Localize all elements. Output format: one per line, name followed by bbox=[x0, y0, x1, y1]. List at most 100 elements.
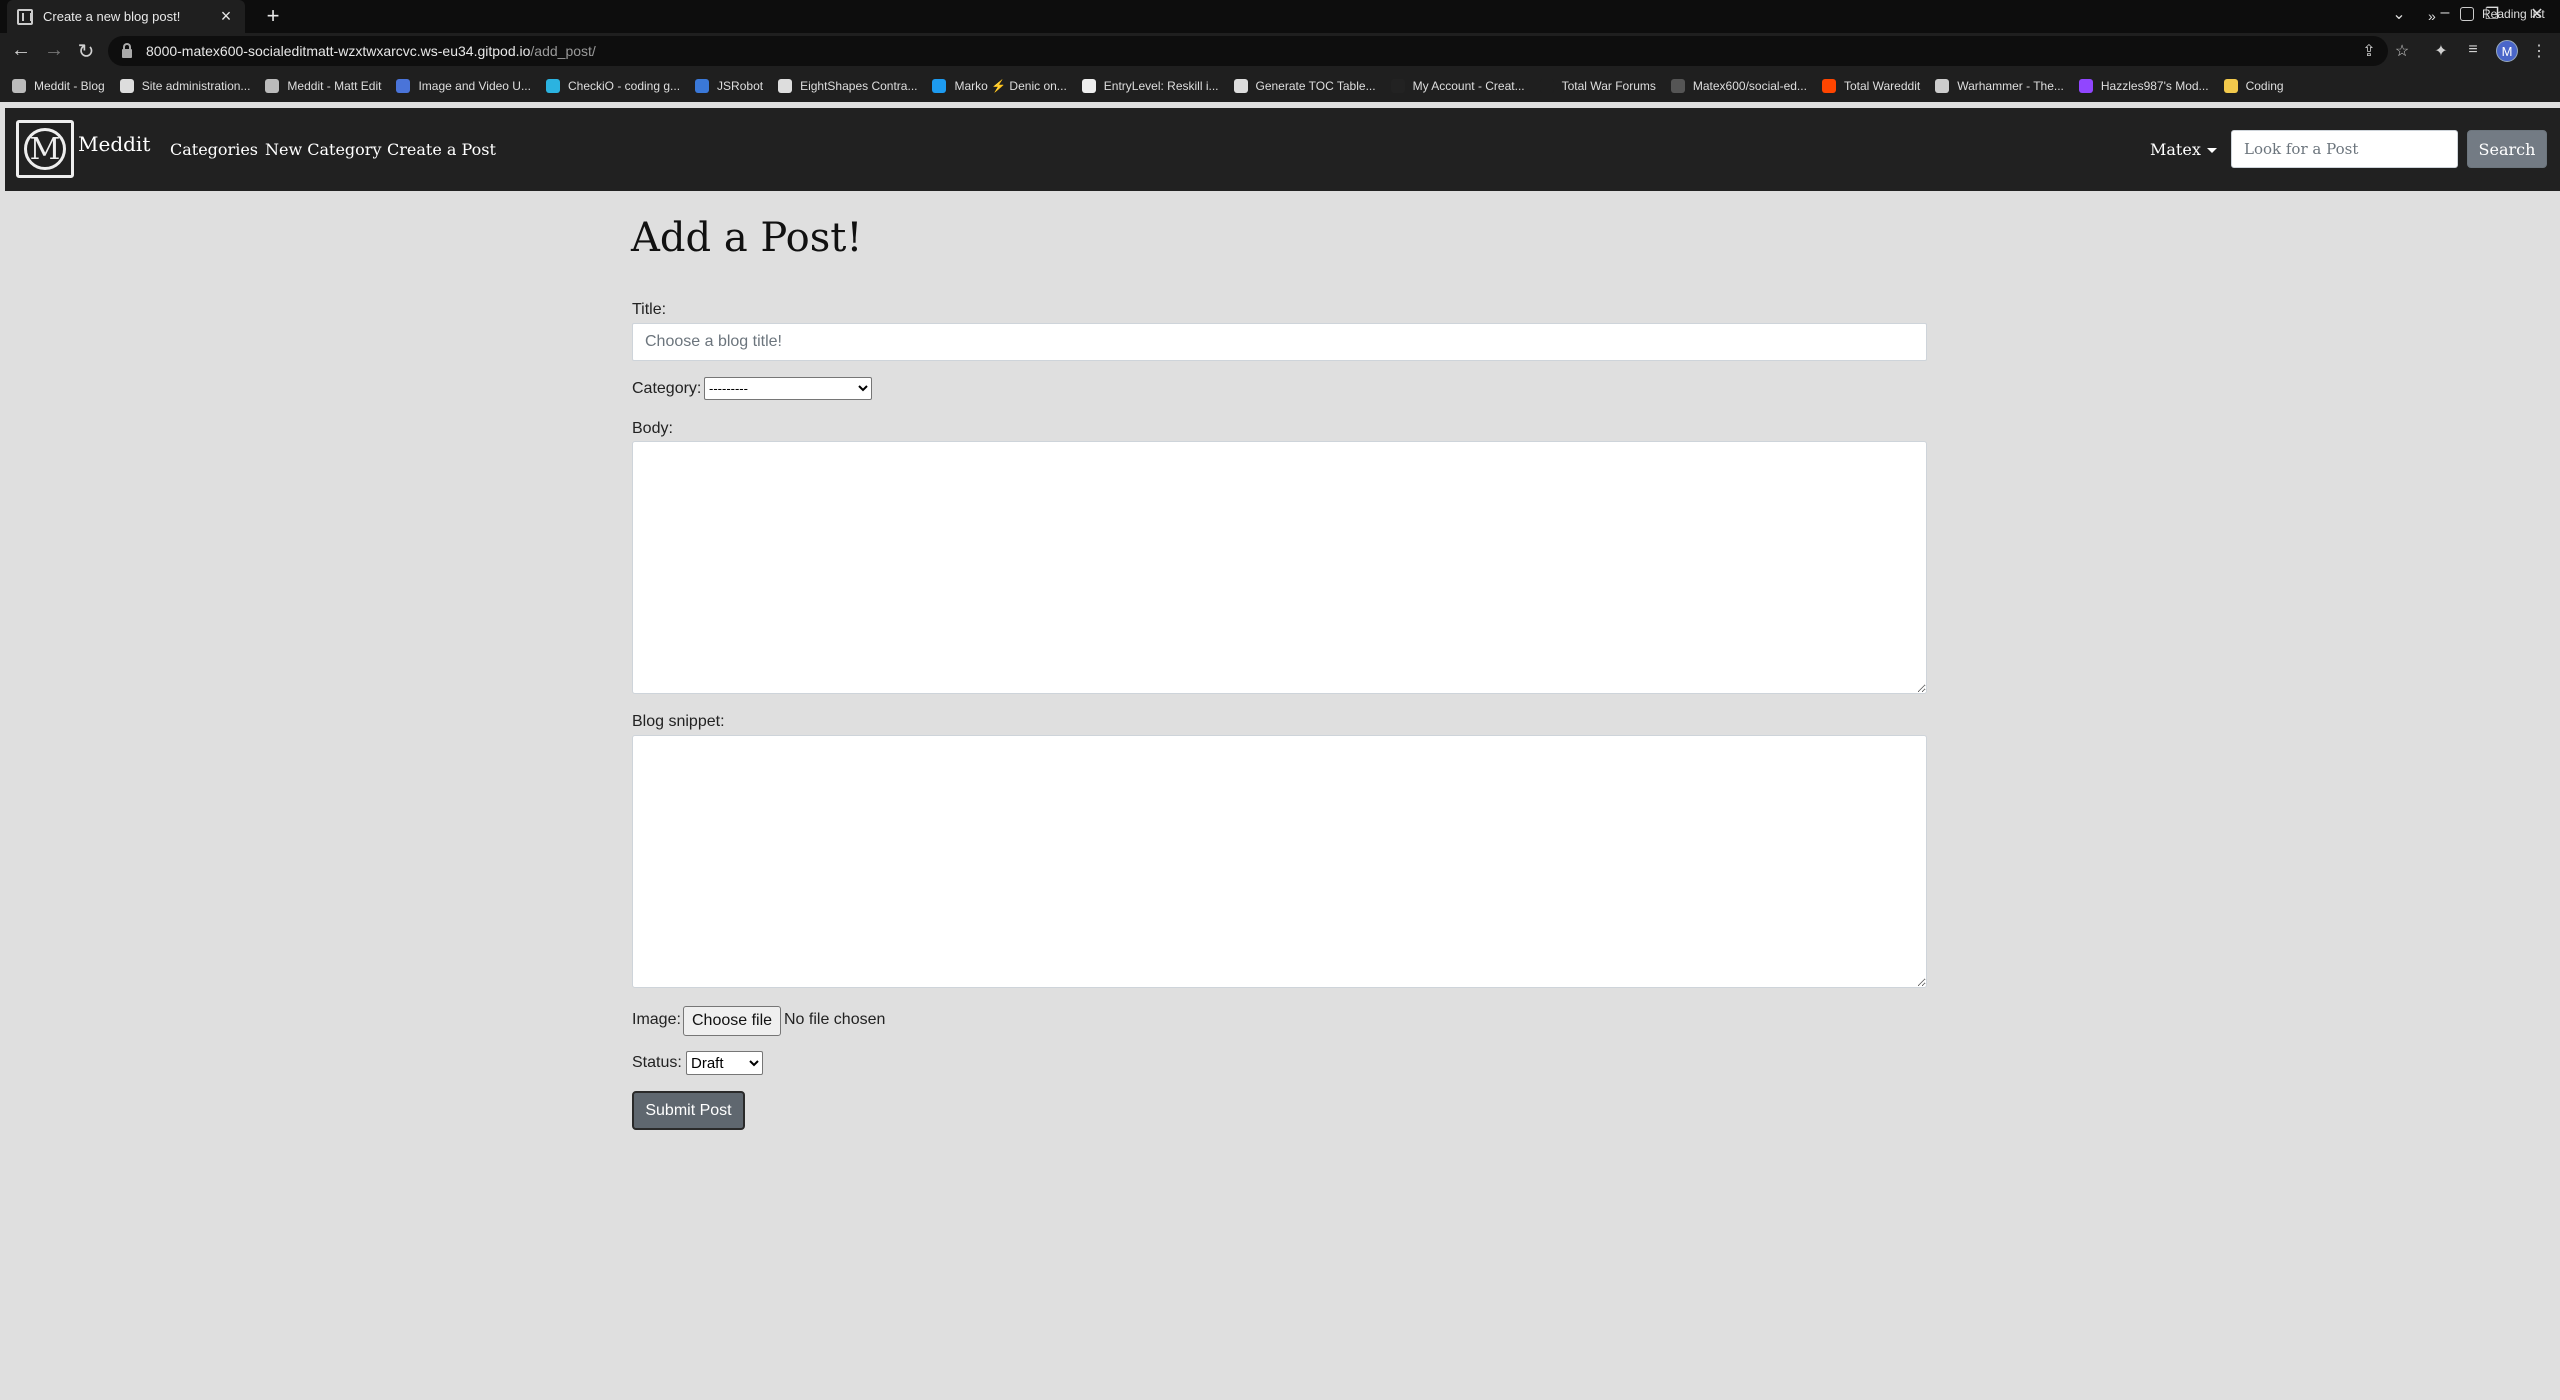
bookmark-favicon-icon bbox=[932, 78, 947, 93]
bookmark-label: EightShapes Contra... bbox=[800, 78, 918, 93]
choose-file-button[interactable]: Choose file bbox=[683, 1006, 782, 1036]
bookmark-favicon-icon bbox=[1935, 78, 1950, 93]
site-navbar: M Meddit Categories New Category Create … bbox=[5, 108, 2560, 191]
bookmark-item[interactable]: JSRobot bbox=[695, 78, 764, 93]
submit-post-button[interactable]: Submit Post bbox=[632, 1091, 745, 1130]
bookmark-item[interactable]: Site administration... bbox=[119, 78, 251, 93]
new-tab-icon[interactable]: + bbox=[260, 3, 286, 29]
bookmark-favicon-icon bbox=[1233, 78, 1248, 93]
bookmark-label: Image and Video U... bbox=[418, 78, 531, 93]
url-host: 8000-matex600-socialeditmatt-wzxtwxarcvc… bbox=[146, 43, 531, 59]
bookmark-label: Matex600/social-ed... bbox=[1692, 78, 1807, 93]
caret-down-icon bbox=[2206, 148, 2217, 153]
bookmark-favicon-icon bbox=[396, 78, 411, 93]
reading-list-icon bbox=[2460, 7, 2474, 21]
reading-list[interactable]: Reading list bbox=[2460, 7, 2545, 21]
browser-menu-icon[interactable]: ⋮ bbox=[2528, 41, 2550, 61]
bookmark-favicon-icon bbox=[2223, 78, 2238, 93]
bookmark-favicon-icon bbox=[778, 78, 793, 93]
url-path: /add_post/ bbox=[530, 43, 596, 59]
bookmark-favicon-icon bbox=[695, 78, 710, 93]
bookmark-favicon-icon bbox=[12, 78, 26, 93]
lock-icon[interactable] bbox=[122, 42, 132, 58]
profile-avatar[interactable]: M bbox=[2496, 40, 2518, 62]
bookmark-favicon-icon bbox=[1539, 78, 1554, 93]
more-bookmarks-icon[interactable]: » bbox=[2428, 8, 2436, 24]
bookmark-favicon-icon bbox=[1390, 78, 1405, 93]
bookmark-item[interactable]: Meddit - Blog bbox=[12, 78, 105, 93]
bookmark-item[interactable]: Meddit - Matt Edit bbox=[265, 78, 382, 93]
bookmark-label: Meddit - Blog bbox=[34, 78, 105, 93]
browser-toolbar: ← → ↻ 8000-matex600-socialeditmatt-wzxtw… bbox=[0, 33, 2560, 69]
address-bar[interactable]: 8000-matex600-socialeditmatt-wzxtwxarcvc… bbox=[108, 36, 2388, 66]
title-input[interactable] bbox=[632, 323, 1927, 361]
nav-link-create-post[interactable]: Create a Post bbox=[387, 140, 496, 159]
bookmark-favicon-icon bbox=[265, 78, 280, 93]
bookmark-label: Marko ⚡ Denic on... bbox=[954, 78, 1067, 93]
reload-icon[interactable]: ↻ bbox=[74, 39, 98, 64]
snippet-textarea[interactable] bbox=[632, 735, 1927, 988]
bookmark-item[interactable]: Hazzles987's Mod... bbox=[2078, 78, 2209, 93]
file-status: No file chosen bbox=[784, 1011, 886, 1028]
snippet-label: Blog snippet: bbox=[632, 713, 725, 730]
user-name: Matex bbox=[2150, 140, 2201, 159]
nav-link-new-category[interactable]: New Category bbox=[265, 140, 382, 159]
bookmark-label: My Account - Creat... bbox=[1412, 78, 1525, 93]
tab-title: Create a new blog post! bbox=[43, 9, 181, 24]
bookmark-favicon-icon bbox=[2078, 78, 2093, 93]
body-textarea[interactable] bbox=[632, 441, 1927, 694]
back-icon[interactable]: ← bbox=[9, 39, 33, 62]
bookmark-item[interactable]: CheckiO - coding g... bbox=[545, 78, 681, 93]
brand-name[interactable]: Meddit bbox=[78, 132, 150, 156]
bookmark-item[interactable]: Generate TOC Table... bbox=[1233, 78, 1376, 93]
bookmark-item[interactable]: Image and Video U... bbox=[396, 78, 531, 93]
bookmark-item[interactable]: Total War Forums bbox=[1539, 78, 1656, 93]
share-icon[interactable]: ⇪ bbox=[2358, 41, 2380, 61]
bookmark-label: JSRobot bbox=[717, 78, 764, 93]
extensions-icon[interactable]: ✦ bbox=[2430, 41, 2452, 61]
bookmark-favicon-icon bbox=[545, 78, 560, 93]
bookmark-item[interactable]: Total Wareddit bbox=[1821, 78, 1921, 93]
bookmark-label: Total Wareddit bbox=[1843, 78, 1921, 93]
bookmark-favicon-icon bbox=[119, 78, 134, 93]
bookmark-label: Warhammer - The... bbox=[1957, 78, 2064, 93]
bookmark-label: Hazzles987's Mod... bbox=[2100, 78, 2209, 93]
bookmark-item[interactable]: Marko ⚡ Denic on... bbox=[932, 78, 1067, 93]
bookmark-label: Total War Forums bbox=[1561, 78, 1656, 93]
body-label: Body: bbox=[632, 420, 673, 437]
bookmark-item[interactable]: EntryLevel: Reskill i... bbox=[1081, 78, 1219, 93]
bookmark-item[interactable]: Coding bbox=[2223, 78, 2284, 93]
bookmark-item[interactable]: My Account - Creat... bbox=[1390, 78, 1525, 93]
bookmark-favicon-icon bbox=[1821, 78, 1836, 93]
nav-link-categories[interactable]: Categories bbox=[170, 140, 258, 159]
browser-tab[interactable]: Create a new blog post! × bbox=[7, 0, 245, 33]
bookmarks-bar: Meddit - Blog Site administration... Meddi… bbox=[0, 69, 2560, 102]
tab-search-icon[interactable]: ⌄ bbox=[2384, 4, 2414, 24]
bookmark-label: Site administration... bbox=[141, 78, 251, 93]
bookmark-favicon-icon bbox=[1081, 78, 1096, 93]
media-queue-icon[interactable]: ≡ bbox=[2462, 41, 2484, 59]
meddit-favicon-icon bbox=[17, 8, 33, 25]
bookmark-label: EntryLevel: Reskill i... bbox=[1103, 78, 1219, 93]
bookmark-label: Generate TOC Table... bbox=[1255, 78, 1376, 93]
meddit-logo[interactable]: M bbox=[16, 120, 74, 178]
status-label: Status: bbox=[632, 1054, 682, 1071]
search-input[interactable] bbox=[2231, 130, 2458, 168]
bookmark-item[interactable]: Warhammer - The... bbox=[1935, 78, 2064, 93]
forward-icon[interactable]: → bbox=[42, 39, 66, 62]
bookmark-label: Coding bbox=[2245, 78, 2284, 93]
category-select[interactable]: --------- bbox=[704, 377, 872, 400]
image-label: Image: bbox=[632, 1011, 681, 1028]
bookmark-favicon-icon bbox=[1670, 78, 1685, 93]
search-button[interactable]: Search bbox=[2467, 130, 2547, 168]
browser-tab-strip: Create a new blog post! × + ⌄ – ❐ ✕ bbox=[0, 0, 2560, 33]
close-tab-icon[interactable]: × bbox=[217, 6, 235, 27]
bookmark-item[interactable]: Matex600/social-ed... bbox=[1670, 78, 1807, 93]
user-dropdown[interactable]: Matex bbox=[2150, 140, 2217, 159]
bookmark-item[interactable]: EightShapes Contra... bbox=[778, 78, 918, 93]
bookmark-star-icon[interactable]: ☆ bbox=[2391, 41, 2413, 61]
page-title: Add a Post! bbox=[631, 215, 863, 261]
bookmark-label: CheckiO - coding g... bbox=[567, 78, 681, 93]
bookmark-label: Meddit - Matt Edit bbox=[287, 78, 382, 93]
status-select[interactable]: Draft bbox=[686, 1051, 763, 1075]
